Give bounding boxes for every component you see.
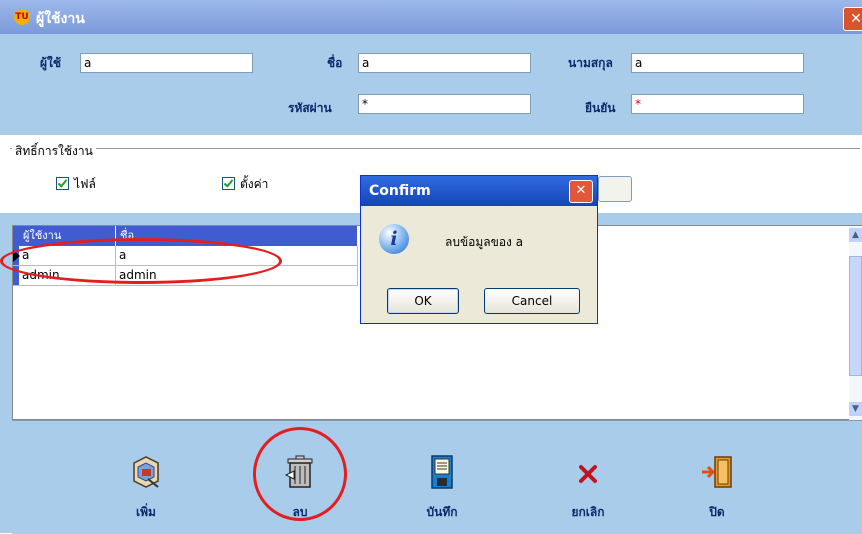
add-user-icon [128, 455, 164, 489]
delete-button[interactable]: ลบ [260, 455, 340, 522]
add-button[interactable]: เพิ่ม [106, 455, 186, 522]
app-icon: TU [14, 9, 30, 25]
add-button-label: เพิ่ม [136, 505, 156, 519]
table-vertical-scrollbar[interactable]: ▲ ▼ [849, 226, 862, 420]
table-cell-name[interactable]: admin [116, 266, 358, 285]
name-label: ชื่อ [327, 56, 343, 70]
permission-settings-label: ตั้งค่า [240, 177, 269, 191]
dialog-close-button[interactable]: ✕ [569, 180, 593, 203]
name-input[interactable]: a [358, 53, 531, 73]
save-button[interactable]: บันทึก [402, 455, 482, 522]
column-header-name[interactable]: ชื่อ [116, 226, 358, 246]
save-button-label: บันทึก [426, 505, 458, 519]
confirm-message: ลบข้อมูลของ a [445, 235, 524, 249]
permission-file-checkbox[interactable]: ไฟล์ [56, 175, 96, 194]
close-button-label: ปิด [709, 505, 725, 519]
password-label: รหัสผ่าน [288, 101, 332, 115]
user-label: ผู้ใช้ [40, 56, 62, 70]
checkbox-checked-icon [56, 177, 69, 190]
confirm-dialog: Confirm ✕ i ลบข้อมูลของ a OK Cancel [360, 175, 598, 324]
table-cell-user[interactable]: a [19, 246, 116, 265]
permission-file-label: ไฟล์ [74, 177, 96, 191]
password-input[interactable]: * [358, 94, 531, 114]
user-input[interactable]: a [80, 53, 253, 73]
checkbox-checked-icon [222, 177, 235, 190]
permission-settings-checkbox[interactable]: ตั้งค่า [222, 175, 268, 194]
window-title: ผู้ใช้งาน [36, 11, 85, 27]
trash-can-icon [282, 455, 318, 489]
red-x-icon [570, 455, 606, 489]
confirm-password-input[interactable]: * [631, 94, 804, 114]
surname-input[interactable]: a [631, 53, 804, 73]
permissions-group-title: สิทธิ์การใช้งาน [12, 142, 96, 161]
close-button[interactable]: ปิด [677, 455, 757, 522]
scroll-down-icon[interactable]: ▼ [849, 402, 862, 416]
scroll-thumb[interactable] [849, 256, 862, 376]
scroll-up-icon[interactable]: ▲ [849, 228, 862, 242]
cancel-button-label: ยกเลิก [571, 505, 605, 519]
user-form-panel: ผู้ใช้ a ชื่อ a นามสกุล a รหัสผ่าน * ยืน… [0, 34, 862, 134]
partially-hidden-button[interactable] [598, 176, 632, 202]
dialog-cancel-button[interactable]: Cancel [484, 288, 580, 314]
column-header-user[interactable]: ผู้ใช้งาน [19, 226, 116, 246]
ok-button[interactable]: OK [387, 288, 459, 314]
table-cell-user[interactable]: admin [19, 266, 116, 285]
table-header: ผู้ใช้งาน ชื่อ [13, 226, 358, 246]
table-cell-name[interactable]: a [116, 246, 358, 265]
info-icon: i [379, 224, 409, 254]
confirm-password-label: ยืนยัน [585, 101, 616, 115]
exit-door-icon [699, 455, 735, 489]
table-row[interactable]: admin admin [13, 266, 358, 286]
floppy-disk-icon [424, 455, 460, 489]
delete-button-label: ลบ [292, 505, 308, 519]
title-bar[interactable]: TU ผู้ใช้งาน ✕ [0, 0, 862, 34]
confirm-dialog-title[interactable]: Confirm [361, 176, 597, 206]
cancel-button[interactable]: ยกเลิก [548, 455, 628, 522]
window-close-button[interactable]: ✕ [843, 7, 862, 31]
table-row[interactable]: a a [13, 246, 358, 266]
surname-label: นามสกุล [568, 56, 613, 70]
